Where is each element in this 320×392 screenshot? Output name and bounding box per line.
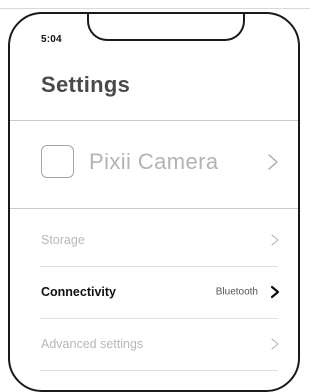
settings-row-advanced[interactable]: Advanced settings [10,318,298,370]
top-edge-divider [0,8,310,9]
chevron-right-icon [270,285,280,299]
chevron-right-icon [271,234,279,246]
device-name: Pixii Camera [89,149,219,174]
row-divider [40,370,278,371]
settings-row-connectivity[interactable]: Connectivity Bluetooth [10,266,298,318]
phone-notch [87,14,245,41]
page-title: Settings [41,72,131,97]
device-row[interactable]: Pixii Camera [10,121,298,208]
device-divider [10,208,298,209]
phone-frame: 5:04 Settings Pixii Camera Storage Conne… [8,12,300,392]
row-value-connectivity: Bluetooth [215,286,258,298]
settings-row-storage[interactable]: Storage [10,214,298,266]
row-label-connectivity: Connectivity [41,285,117,299]
chevron-right-icon [268,154,278,170]
status-time: 5:04 [41,34,62,45]
chevron-right-icon [271,338,279,350]
row-label-advanced: Advanced settings [41,337,144,351]
row-label-storage: Storage [41,233,85,247]
device-checkbox[interactable] [41,145,74,178]
